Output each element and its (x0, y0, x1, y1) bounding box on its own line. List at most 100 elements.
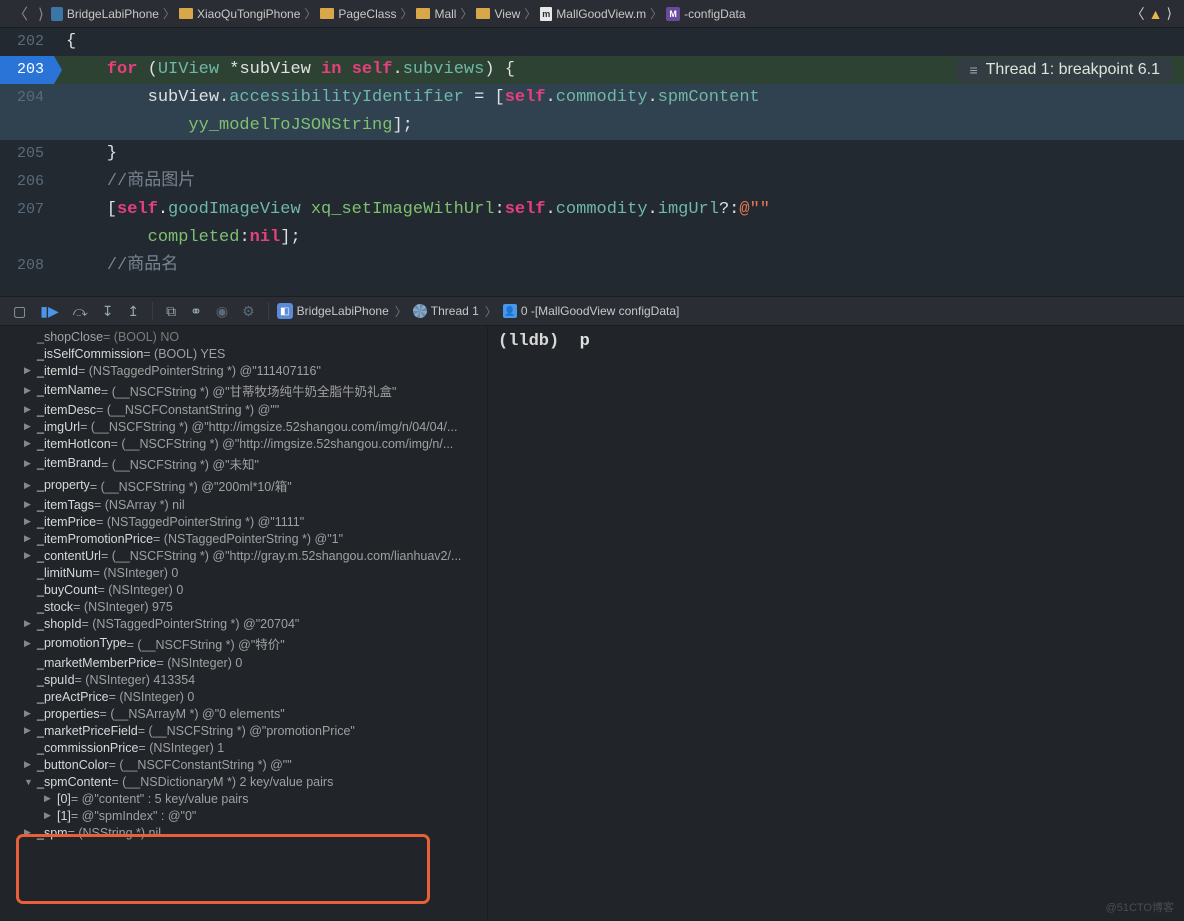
variable-row[interactable]: ▶_contentUrl = (__NSCFString *) @"http:/… (4, 547, 483, 564)
continue-icon[interactable]: ▮▶ (35, 303, 63, 320)
line-number[interactable]: 208 (0, 252, 54, 280)
warning-icon[interactable]: ▲ (1149, 6, 1163, 22)
variable-row[interactable]: ▶_itemName = (__NSCFString *) @"甘蒂牧场纯牛奶全… (4, 379, 483, 401)
code-line[interactable]: yy_modelToJSONString]; (0, 112, 1184, 140)
view-debug-icon[interactable]: ⧉ (161, 303, 181, 320)
line-number[interactable]: 203 (0, 56, 54, 84)
disclosure-icon[interactable]: ▶ (24, 618, 34, 629)
debug-thread-crumb[interactable]: Thread 1 (413, 304, 479, 318)
variable-row[interactable]: ▶_preActPrice = (NSInteger) 0 (4, 688, 483, 705)
disclosure-icon[interactable]: ▶ (24, 438, 34, 449)
code-line[interactable]: 202{ (0, 28, 1184, 56)
code-content[interactable]: { (54, 28, 1184, 56)
line-number[interactable]: 207 (0, 196, 54, 224)
variable-row[interactable]: ▶_marketMemberPrice = (NSInteger) 0 (4, 654, 483, 671)
disclosure-icon[interactable]: ▶ (44, 810, 54, 821)
variable-row[interactable]: ▶_commissionPrice = (NSInteger) 1 (4, 739, 483, 756)
disclosure-icon[interactable]: ▶ (24, 638, 34, 649)
line-number[interactable]: 205 (0, 140, 54, 168)
console-panel[interactable]: (lldb) p (488, 326, 1184, 921)
disclosure-icon[interactable]: ▶ (24, 404, 34, 415)
camera-icon[interactable]: ◉ (211, 303, 233, 320)
variable-row[interactable]: ▶_buyCount = (NSInteger) 0 (4, 581, 483, 598)
breadcrumb-item[interactable]: BridgeLabiPhone (49, 7, 161, 21)
variable-row[interactable]: ▶_shopId = (NSTaggedPointerString *) @"2… (4, 615, 483, 632)
variable-row[interactable]: ▶_imgUrl = (__NSCFString *) @"http://img… (4, 418, 483, 435)
nav-left-icon[interactable]: 〈 (1127, 4, 1149, 24)
code-content[interactable]: [self.goodImageView xq_setImageWithUrl:s… (54, 196, 1184, 224)
code-editor[interactable]: ≡ Thread 1: breakpoint 6.1 202{203 for (… (0, 28, 1184, 296)
settings-icon[interactable]: ⚙ (237, 303, 260, 320)
variable-row[interactable]: ▶_marketPriceField = (__NSCFString *) @"… (4, 722, 483, 739)
code-content[interactable]: completed:nil]; (54, 224, 1184, 252)
line-number[interactable]: 202 (0, 28, 54, 56)
nav-forward-icon[interactable]: ⟩ (33, 5, 49, 23)
disclosure-icon[interactable]: ▶ (24, 550, 34, 561)
variable-row[interactable]: ▶_promotionType = (__NSCFString *) @"特价" (4, 632, 483, 654)
disclosure-icon[interactable]: ▶ (24, 458, 34, 469)
disclosure-icon[interactable]: ▶ (24, 708, 34, 719)
variable-row[interactable]: ▶_itemBrand = (__NSCFString *) @"未知" (4, 452, 483, 474)
code-line[interactable]: completed:nil]; (0, 224, 1184, 252)
variable-row[interactable]: ▶_itemTags = (NSArray *) nil (4, 496, 483, 513)
variable-row[interactable]: ▶[0] = @"content" : 5 key/value pairs (4, 790, 483, 807)
nav-right-icon[interactable]: ⟩ (1163, 5, 1176, 22)
breakpoint-badge[interactable]: ≡ Thread 1: breakpoint 6.1 (957, 58, 1172, 82)
memory-graph-icon[interactable]: ⚭ (185, 303, 207, 320)
variable-row[interactable]: ▶_shopClose = (BOOL) NO (4, 328, 483, 345)
variable-row[interactable]: ▶_itemDesc = (__NSCFConstantString *) @"… (4, 401, 483, 418)
code-content[interactable]: //商品名 (54, 252, 1184, 280)
code-line[interactable]: 208 //商品名 (0, 252, 1184, 280)
code-line[interactable]: 207 [self.goodImageView xq_setImageWithU… (0, 196, 1184, 224)
code-content[interactable]: } (54, 140, 1184, 168)
disclosure-icon[interactable]: ▶ (24, 533, 34, 544)
disclosure-icon[interactable]: ▼ (24, 777, 34, 787)
variable-row[interactable]: ▶_itemPromotionPrice = (NSTaggedPointerS… (4, 530, 483, 547)
code-content[interactable]: yy_modelToJSONString]; (54, 112, 1184, 140)
disclosure-icon[interactable]: ▶ (24, 759, 34, 770)
disclosure-icon[interactable]: ▶ (24, 385, 34, 396)
variable-row[interactable]: ▶_properties = (__NSArrayM *) @"0 elemen… (4, 705, 483, 722)
line-number[interactable]: 204 (0, 84, 54, 112)
disclosure-icon[interactable]: ▶ (24, 499, 34, 510)
step-over-icon[interactable]: ⤼ (68, 303, 93, 320)
line-number[interactable]: 206 (0, 168, 54, 196)
step-out-icon[interactable]: ↥ (122, 303, 144, 320)
disclosure-icon[interactable]: ▶ (24, 421, 34, 432)
breadcrumb-item[interactable]: PageClass (318, 7, 398, 21)
step-into-icon[interactable]: ↧ (97, 303, 119, 320)
disclosure-icon[interactable]: ▶ (44, 793, 54, 804)
disclosure-icon[interactable]: ▶ (24, 827, 34, 838)
code-content[interactable]: //商品图片 (54, 168, 1184, 196)
variable-row[interactable]: ▶[1] = @"spmIndex" : @"0" (4, 807, 483, 824)
variable-row[interactable]: ▶_spm = (NSString *) nil (4, 824, 483, 841)
variable-row[interactable]: ▶_isSelfCommission = (BOOL) YES (4, 345, 483, 362)
breadcrumb-item[interactable]: M-configData (664, 7, 747, 21)
variable-row[interactable]: ▶_buttonColor = (__NSCFConstantString *)… (4, 756, 483, 773)
code-line[interactable]: 204 subView.accessibilityIdentifier = [s… (0, 84, 1184, 112)
variables-panel[interactable]: ▶_shopClose = (BOOL) NO▶_isSelfCommissio… (0, 326, 488, 921)
code-line[interactable]: 206 //商品图片 (0, 168, 1184, 196)
disclosure-icon[interactable]: ▶ (24, 480, 34, 491)
variable-row[interactable]: ▶_stock = (NSInteger) 975 (4, 598, 483, 615)
variable-row[interactable]: ▶_itemId = (NSTaggedPointerString *) @"1… (4, 362, 483, 379)
toggle-debug-icon[interactable]: ▢ (8, 303, 31, 320)
nav-back-icon[interactable]: 〈 (8, 3, 33, 24)
variable-row[interactable]: ▶_spuId = (NSInteger) 413354 (4, 671, 483, 688)
breadcrumb-item[interactable]: XiaoQuTongiPhone (177, 7, 302, 21)
variable-row[interactable]: ▼_spmContent = (__NSDictionaryM *) 2 key… (4, 773, 483, 790)
breadcrumb-item[interactable]: Mall (414, 7, 458, 21)
debug-process-crumb[interactable]: ◧ BridgeLabiPhone (277, 303, 389, 319)
variable-row[interactable]: ▶_itemPrice = (NSTaggedPointerString *) … (4, 513, 483, 530)
lldb-input[interactable]: p (580, 332, 590, 351)
code-line[interactable]: 205 } (0, 140, 1184, 168)
disclosure-icon[interactable]: ▶ (24, 725, 34, 736)
debug-frame-crumb[interactable]: 👤 0 -[MallGoodView configData] (503, 304, 680, 318)
disclosure-icon[interactable]: ▶ (24, 365, 34, 376)
disclosure-icon[interactable]: ▶ (24, 516, 34, 527)
variable-row[interactable]: ▶_property = (__NSCFString *) @"200ml*10… (4, 474, 483, 496)
variable-row[interactable]: ▶_itemHotIcon = (__NSCFString *) @"http:… (4, 435, 483, 452)
breadcrumb-item[interactable]: mMallGoodView.m (538, 7, 648, 21)
code-content[interactable]: subView.accessibilityIdentifier = [self.… (54, 84, 1184, 112)
breadcrumb-item[interactable]: View (474, 7, 522, 21)
